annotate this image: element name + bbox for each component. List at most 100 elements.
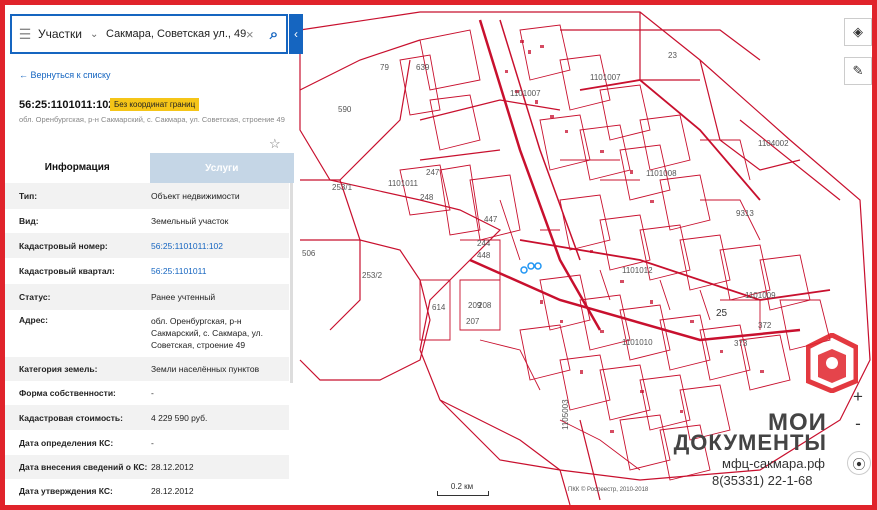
map-attribution: ПКК © Росреестр, 2010-2018 [568, 487, 649, 493]
svg-text:590: 590 [338, 105, 352, 114]
tab-services[interactable]: Услуги [149, 153, 294, 183]
svg-text:448: 448 [477, 251, 491, 260]
row-value: 4 229 590 руб. [151, 412, 208, 423]
svg-text:1105003: 1105003 [561, 399, 570, 430]
svg-text:23: 23 [668, 51, 677, 60]
layers-icon: ◈ [853, 24, 863, 39]
svg-text:207: 207 [466, 317, 480, 326]
back-to-list-link[interactable]: ← Вернуться к списку [19, 70, 111, 80]
row-label: Статус: [19, 292, 51, 302]
svg-text:253/2: 253/2 [362, 271, 383, 280]
ruler-button[interactable]: ✎ [844, 57, 872, 85]
info-table: Тип: Объект недвижимости Вид: Земельный уч… [5, 183, 289, 503]
row-label: Адрес: [19, 315, 48, 325]
row-label: Вид: [19, 216, 39, 226]
collapse-panel-button[interactable]: ‹ [289, 14, 303, 54]
row-label: Дата определения КС: [19, 437, 114, 448]
svg-text:1101011: 1101011 [388, 179, 419, 188]
logo-line-2: ДОКУМЕНТЫ [673, 430, 827, 455]
row-value: Земельный участок [151, 216, 229, 226]
table-row: Кадастровый номер: 56:25:1101011:102 [5, 233, 289, 258]
svg-text:248: 248 [420, 193, 434, 202]
svg-text:639: 639 [416, 63, 430, 72]
svg-text:614: 614 [432, 303, 446, 312]
panel-scrollbar[interactable] [290, 183, 293, 383]
locate-button[interactable]: ⦿ [847, 451, 871, 475]
scale-label: 0.2 км [450, 482, 474, 491]
svg-text:208: 208 [478, 301, 492, 310]
mfc-website: мфц-сакмара.рф [722, 456, 825, 471]
row-label: Кадастровый номер: [19, 240, 108, 251]
svg-text:1101012: 1101012 [622, 266, 653, 275]
svg-text:25: 25 [716, 308, 728, 319]
svg-text:1101007: 1101007 [510, 89, 541, 98]
search-input[interactable]: Сакмара, Советская ул., 49 [106, 28, 246, 40]
cadastral-quarter-link[interactable]: 56:25:1101011 [151, 265, 289, 277]
tab-information[interactable]: Информация [5, 153, 150, 183]
svg-text:373: 373 [734, 339, 748, 348]
layers-button[interactable]: ◈ [844, 18, 872, 46]
row-label: Форма собственности: [19, 388, 116, 398]
table-row: Вид: Земельный участок [5, 209, 289, 233]
mfc-phone: 8(35331) 22-1-68 [712, 473, 813, 488]
table-row: Адрес: обл. Оренбургская, р-н Сакмарский,… [5, 310, 289, 357]
svg-text:1101008: 1101008 [646, 169, 677, 178]
row-label: Кадастровая стоимость: [19, 412, 123, 423]
row-label: Категория земель: [19, 364, 98, 374]
table-row: Статус: Ранее учтенный [5, 284, 289, 310]
table-row: Тип: Объект недвижимости [5, 183, 289, 209]
zoom-out-button[interactable]: - [848, 414, 868, 434]
table-row: Форма собственности: - [5, 381, 289, 405]
table-row: Категория земель: Земли населённых пункто… [5, 357, 289, 381]
row-value: 28.12.2012 [151, 486, 194, 496]
svg-text:506: 506 [302, 249, 316, 258]
selected-parcel-marker [520, 262, 542, 274]
svg-text:1101007: 1101007 [590, 73, 621, 82]
svg-text:9313: 9313 [736, 209, 754, 218]
row-label: Кадастровый квартал: [19, 266, 115, 276]
svg-text:79: 79 [380, 63, 389, 72]
row-value: 28.12.2012 [151, 462, 194, 472]
mfc-logo-icon [806, 333, 858, 393]
row-label: Дата внесения сведений о КС: [19, 462, 148, 472]
svg-text:1101010: 1101010 [622, 338, 653, 347]
svg-text:447: 447 [484, 215, 498, 224]
info-panel: ← Вернуться к списку 56:25:1101011:102 Б… [5, 60, 294, 505]
table-row: Кадастровый квартал: 56:25:1101011 [5, 258, 289, 284]
chevron-left-icon: ‹ [294, 27, 298, 41]
svg-text:1101009: 1101009 [745, 291, 776, 300]
clear-icon[interactable]: × [246, 27, 262, 42]
row-value: Земли населённых пунктов [151, 364, 260, 374]
object-address: обл. Оренбургская, р-н Сакмарский, с. Са… [19, 115, 285, 124]
table-row: Дата утверждения КС: 28.12.2012 [5, 479, 289, 503]
svg-text:372: 372 [758, 321, 772, 330]
table-row: Дата определения КС: - [5, 430, 289, 455]
map-scale: 0.2 км [437, 482, 489, 496]
row-value: обл. Оренбургская, р-н Сакмарский, с. Са… [151, 316, 263, 350]
cadastral-number-title: 56:25:1101011:102 [19, 99, 115, 111]
table-row: Дата внесения сведений о КС: 28.12.2012 [5, 455, 289, 479]
menu-icon[interactable]: ☰ [12, 26, 38, 43]
status-badge: Без координат границ [110, 98, 200, 111]
star-icon[interactable]: ☆ [269, 136, 281, 152]
row-value: - [151, 388, 154, 398]
row-label: Тип: [19, 191, 38, 201]
svg-text:247: 247 [426, 168, 440, 177]
mfc-logo-text: МОИ ДОКУМЕНТЫ [660, 411, 827, 455]
search-type-select[interactable]: Участки [38, 27, 90, 41]
panel-tabs: Информация Услуги [5, 153, 294, 183]
search-bar: ☰ Участки ⌄ Сакмара, Советская ул., 49 ×… [10, 14, 288, 54]
table-row: Кадастровая стоимость: 4 229 590 руб. [5, 405, 289, 430]
cadastral-number-link[interactable]: 56:25:1101011:102 [151, 240, 289, 252]
svg-text:244: 244 [477, 239, 491, 248]
row-value: Ранее учтенный [151, 292, 216, 302]
chevron-down-icon[interactable]: ⌄ [90, 29, 106, 40]
svg-text:253/1: 253/1 [332, 183, 353, 192]
ruler-icon: ✎ [852, 63, 864, 78]
scale-bar [437, 491, 489, 496]
row-value: Объект недвижимости [151, 191, 240, 201]
row-label: Дата утверждения КС: [19, 486, 113, 496]
compass-icon: ⦿ [852, 456, 866, 472]
row-value: - [151, 437, 154, 448]
search-icon[interactable]: ⌕ [262, 26, 286, 43]
